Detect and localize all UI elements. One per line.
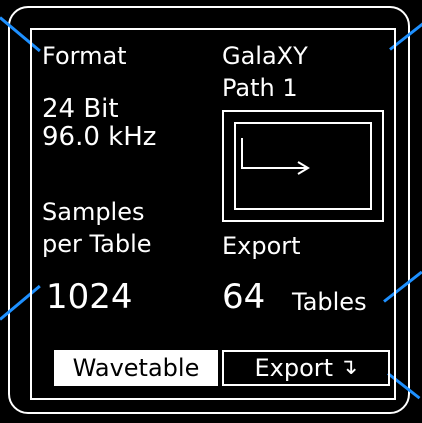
- path-label[interactable]: Path 1: [222, 76, 298, 100]
- export-arrow-icon: ↴: [339, 355, 358, 380]
- export-button-label: Export: [254, 354, 334, 382]
- samples-label-line1: Samples: [42, 198, 145, 226]
- path-preview: [222, 110, 384, 222]
- wavetable-button-label: Wavetable: [72, 354, 200, 382]
- wavetable-button[interactable]: Wavetable: [54, 350, 218, 386]
- samples-per-table-value[interactable]: 1024: [46, 280, 133, 314]
- export-button[interactable]: Export ↴: [222, 350, 390, 386]
- bit-depth-value: 24 Bit: [42, 94, 119, 124]
- path-preview-inner: [234, 122, 372, 210]
- path-route-arrow-icon: [241, 138, 310, 175]
- samples-label-line2: per Table: [42, 230, 152, 258]
- format-label: Format: [42, 42, 127, 70]
- export-label: Export: [222, 232, 301, 260]
- path-name: GalaXY: [222, 42, 308, 70]
- sample-rate-value: 96.0 kHz: [42, 122, 157, 152]
- export-table-count[interactable]: 64: [222, 280, 265, 314]
- export-tables-unit: Tables: [292, 288, 367, 316]
